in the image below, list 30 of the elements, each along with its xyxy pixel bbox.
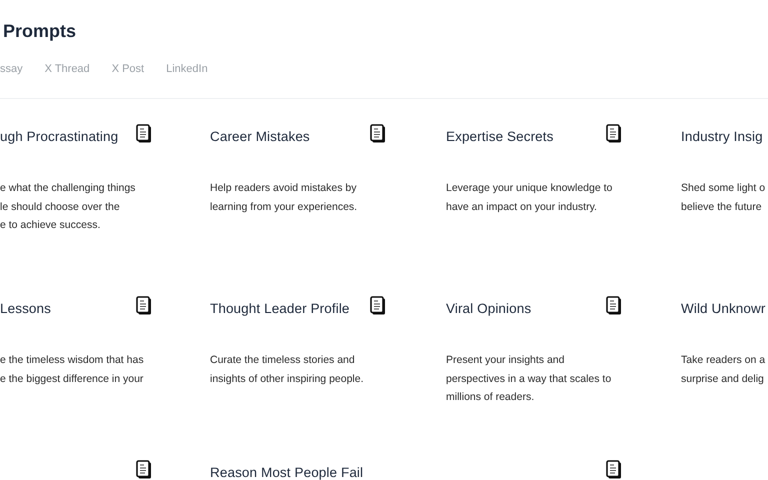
document-icon[interactable] <box>370 296 386 314</box>
document-icon[interactable] <box>136 296 152 314</box>
document-icon[interactable] <box>606 124 622 142</box>
tab[interactable]: LinkedIn <box>166 62 208 98</box>
card-title: Wild Unknowr <box>681 300 766 316</box>
document-icon[interactable] <box>606 296 622 314</box>
card-title: ugh Procrastinating <box>0 128 118 144</box>
document-icon[interactable] <box>606 460 622 478</box>
card-description: e the timeless wisdom that has e the biggest difference in your <box>0 353 145 386</box>
document-icon[interactable] <box>370 124 386 142</box>
tab[interactable]: X Thread <box>44 62 90 98</box>
card-description: Take readers on a surprise and delig <box>681 353 766 386</box>
page-title: Prompts <box>2 20 78 43</box>
tab[interactable]: X Post <box>112 62 144 98</box>
document-icon[interactable] <box>136 124 152 142</box>
card-title: Career Mistakes <box>210 128 310 144</box>
tab[interactable]: ssay <box>0 62 23 98</box>
card-description: Curate the timeless stories and insights of other inspiring people. <box>210 353 365 386</box>
card-description: Leverage your unique knowledge to have an impact on your industry. <box>446 181 614 214</box>
card-description: Present your insights and perspectives in a way that scales to millions of readers. <box>446 353 612 405</box>
card-description: e what the challenging things le should choose over the e to achieve success. <box>0 181 136 233</box>
card-title: Lessons <box>0 300 51 316</box>
card-description: Shed some light o believe the future <box>681 181 766 214</box>
card-title: Viral Opinions <box>446 300 532 316</box>
card-title: Industry Insig <box>681 128 763 144</box>
card-description: Help readers avoid mistakes by learning from your experiences. <box>210 181 358 214</box>
card-title: Reason Most People Fail <box>210 464 364 480</box>
card-title: Expertise Secrets <box>446 128 554 144</box>
card-title: Thought Leader Profile <box>210 300 350 316</box>
document-icon[interactable] <box>136 460 152 478</box>
